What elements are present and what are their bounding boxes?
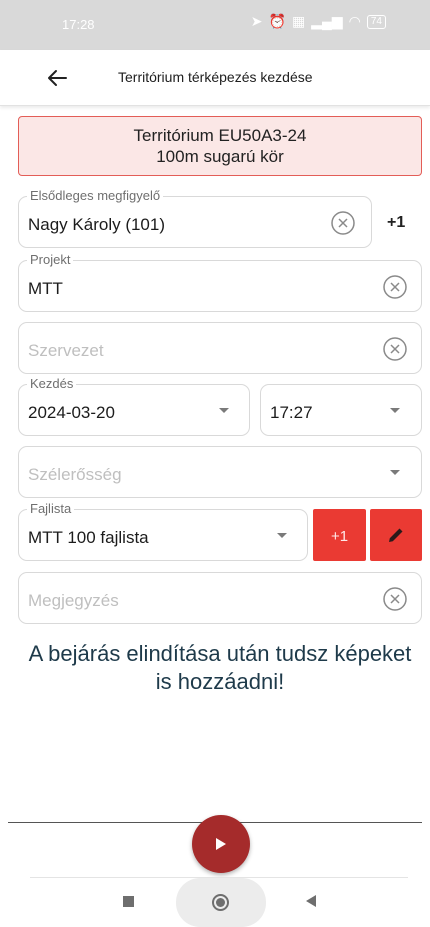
territory-banner: Territórium EU50A3-24 100m sugarú kör bbox=[18, 116, 422, 176]
species-list-label: Fajlista bbox=[27, 501, 75, 517]
clear-icon[interactable] bbox=[382, 336, 408, 362]
start-time-value: 17:27 bbox=[270, 403, 313, 422]
wind-strength-field[interactable]: Szélerősség bbox=[18, 446, 422, 498]
add-species-list-button[interactable]: +1 bbox=[313, 509, 366, 561]
recents-button[interactable] bbox=[123, 896, 134, 907]
territory-radius: 100m sugarú kör bbox=[156, 147, 284, 166]
add-species-list-label: +1 bbox=[330, 528, 349, 545]
primary-observer-field[interactable]: Elsődleges megfigyelő Nagy Károly (101) bbox=[18, 188, 372, 248]
back-button[interactable] bbox=[44, 64, 72, 92]
status-icons: ➤ ⏰ ▦ ▂▄▆ ◠ 74 bbox=[251, 13, 386, 30]
clear-icon[interactable] bbox=[382, 586, 408, 612]
battery-icon: 74 bbox=[366, 14, 386, 29]
info-message: A bejárás elindítása után tudsz képeket … bbox=[28, 641, 412, 694]
start-label: Kezdés bbox=[27, 376, 77, 392]
organization-field[interactable]: Szervezet bbox=[18, 322, 422, 374]
alarm-icon: ⏰ bbox=[268, 13, 286, 29]
image-notification-icon: ▦ bbox=[291, 13, 306, 29]
clear-icon[interactable] bbox=[382, 274, 408, 300]
species-list-field[interactable]: Fajlista MTT 100 fajlista bbox=[18, 501, 308, 561]
chevron-down-icon bbox=[219, 408, 229, 413]
clear-icon[interactable] bbox=[330, 210, 356, 236]
edit-species-list-button[interactable] bbox=[370, 509, 422, 561]
chevron-down-icon bbox=[277, 533, 287, 538]
wind-strength-placeholder: Szélerősség bbox=[28, 465, 122, 484]
signal-icon: ▂▄▆ bbox=[311, 13, 343, 29]
play-icon bbox=[216, 838, 226, 850]
page-title: Territórium térképezés kezdése bbox=[118, 69, 313, 85]
start-date-value: 2024-03-20 bbox=[28, 403, 115, 422]
project-value: MTT bbox=[28, 279, 63, 298]
territory-name: Territórium EU50A3-24 bbox=[133, 126, 307, 145]
location-icon: ➤ bbox=[250, 13, 263, 29]
nav-back-button[interactable] bbox=[306, 895, 316, 907]
project-field[interactable]: Projekt MTT bbox=[18, 252, 422, 312]
start-date-field[interactable]: Kezdés 2024-03-20 bbox=[18, 376, 250, 436]
note-placeholder: Megjegyzés bbox=[28, 591, 119, 610]
arrow-left-icon bbox=[48, 70, 67, 86]
species-list-value: MTT 100 fajlista bbox=[28, 528, 149, 547]
organization-placeholder: Szervezet bbox=[28, 341, 104, 360]
home-button[interactable] bbox=[176, 878, 266, 927]
start-time-field[interactable]: 17:27 bbox=[260, 384, 422, 436]
app-bar: Territórium térképezés kezdése bbox=[0, 50, 430, 106]
primary-observer-value: Nagy Károly (101) bbox=[28, 215, 166, 234]
wifi-icon: ◠ bbox=[348, 13, 361, 29]
primary-observer-label: Elsődleges megfigyelő bbox=[27, 188, 164, 204]
home-dot-icon bbox=[216, 898, 225, 907]
chevron-down-icon bbox=[390, 408, 400, 413]
status-time: 17:28 bbox=[62, 17, 95, 32]
chevron-down-icon bbox=[390, 470, 400, 475]
project-label: Projekt bbox=[27, 252, 74, 268]
note-field[interactable]: Megjegyzés bbox=[18, 572, 422, 624]
pencil-icon bbox=[389, 528, 403, 542]
start-button[interactable] bbox=[192, 815, 250, 873]
status-bar: 17:28 ➤ ⏰ ▦ ▂▄▆ ◠ 74 bbox=[0, 0, 430, 50]
add-observer-button[interactable]: +1 bbox=[387, 214, 405, 232]
